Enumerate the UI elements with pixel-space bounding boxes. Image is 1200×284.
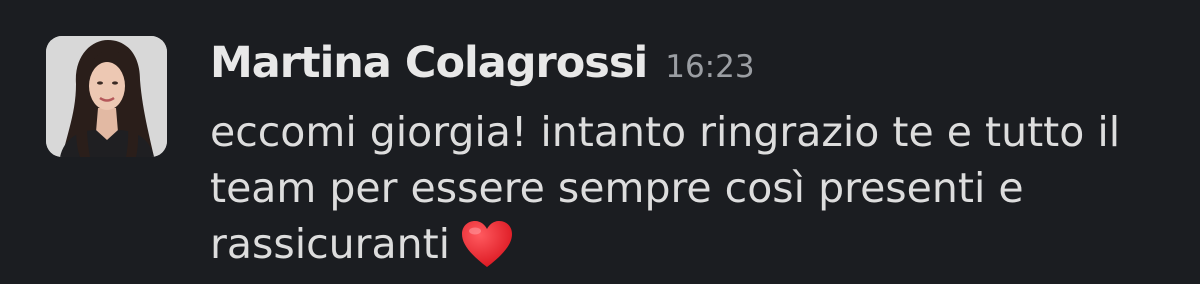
message-line-text: rassicuranti	[210, 220, 451, 268]
avatar-photo	[46, 36, 167, 157]
message-line: eccomi giorgia! intanto ringrazio te e t…	[210, 108, 1121, 156]
message-header: Martina Colagrossi 16:23	[210, 38, 755, 98]
chat-message: Martina Colagrossi 16:23 eccomi giorgia!…	[0, 0, 1200, 279]
message-body: eccomi giorgia! intanto ringrazio te e t…	[210, 104, 1170, 272]
message-line: team per essere sempre così presenti e	[210, 164, 1024, 212]
heart-icon	[460, 220, 514, 270]
message-timestamp[interactable]: 16:23	[665, 49, 754, 85]
message-line: rassicuranti	[210, 216, 1170, 272]
avatar[interactable]	[46, 36, 167, 157]
author-name[interactable]: Martina Colagrossi	[210, 38, 648, 88]
